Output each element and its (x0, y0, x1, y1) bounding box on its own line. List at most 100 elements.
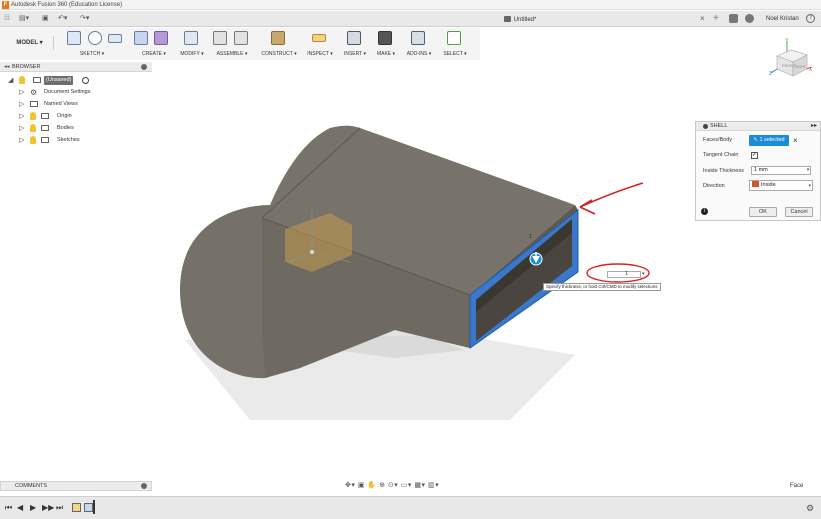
joint-icon[interactable] (234, 31, 248, 45)
browser-pin-icon[interactable] (141, 64, 147, 70)
shell-cavity (476, 219, 572, 341)
inside-thickness-field[interactable]: 1 mm ▾ (751, 166, 811, 175)
collapse-browser-icon[interactable]: ◂◂ (4, 63, 10, 71)
body-cylinder-side[interactable] (180, 205, 470, 379)
tree-item-sketches[interactable]: ▷ Sketches (19, 135, 139, 146)
tree-item-root[interactable]: ◢ (Unsaved) (8, 75, 148, 86)
collapse-icon[interactable]: ◢ (8, 75, 13, 86)
browser-header[interactable]: ◂◂ BROWSER (0, 62, 152, 72)
ok-button[interactable]: OK (749, 207, 777, 217)
selected-shell-face[interactable] (469, 208, 579, 349)
direction-select[interactable]: Inside ▾ (749, 180, 813, 191)
expand-icon[interactable]: ▷ (19, 111, 24, 122)
orbit-icon[interactable]: ✥▾ (345, 482, 355, 489)
select-icon[interactable] (447, 31, 461, 45)
thickness-input[interactable]: 1 (607, 271, 641, 278)
viewports-icon[interactable]: ▥▾ (428, 482, 439, 489)
notifications-icon[interactable] (745, 14, 754, 23)
viewcube[interactable]: Y FRONT RIGHT Z X (769, 38, 813, 82)
tree-item-bodies[interactable]: ▷ Bodies (19, 123, 139, 134)
toolbar-group-insert[interactable]: INSERT ▾ (341, 30, 369, 60)
tangent-chain-checkbox[interactable]: ✓ (751, 152, 758, 159)
tree-item-named-views[interactable]: ▷ Named Views (19, 99, 139, 110)
user-account[interactable]: Noel Kristan (766, 14, 799, 24)
extrude-icon[interactable] (134, 31, 148, 45)
step-forward-icon[interactable]: ▶▶ (42, 503, 54, 513)
toolbar-group-add-ins[interactable]: ADD-INS ▾ (403, 30, 435, 60)
tree-item-origin[interactable]: ▷ Origin (19, 111, 139, 122)
clear-selection-icon[interactable]: × (793, 135, 798, 146)
lightbulb-icon[interactable] (30, 124, 36, 132)
grid-menu-icon[interactable]: ⁞⁞⁞ (4, 14, 10, 24)
toolbar-group-make[interactable]: MAKE ▾ (372, 30, 400, 60)
cancel-button[interactable]: Cancel (785, 207, 813, 217)
timeline-sketch-feature[interactable] (72, 503, 81, 512)
pan-icon[interactable]: ✋ (367, 482, 376, 489)
fit-icon[interactable]: ⊙▾ (388, 482, 398, 489)
3d-print-icon[interactable] (378, 31, 392, 45)
new-component-icon[interactable] (213, 31, 227, 45)
go-to-end-icon[interactable]: ⏭ (56, 503, 63, 513)
info-icon[interactable]: i (701, 208, 708, 215)
thickness-drag-arrow-icon[interactable] (529, 252, 543, 266)
timeline-marker[interactable] (93, 500, 95, 514)
comments-panel[interactable]: COMMENTS (0, 481, 152, 491)
expand-icon[interactable]: ▷ (19, 135, 24, 146)
body-front-face[interactable] (262, 218, 470, 378)
toolbar-group-inspect[interactable]: INSPECT ▾ (304, 30, 336, 60)
grid-settings-icon[interactable]: ▦▾ (414, 482, 425, 489)
lightbulb-icon[interactable] (30, 136, 36, 144)
play-icon[interactable]: ▶ (30, 503, 36, 513)
new-tab-icon[interactable]: + (713, 13, 719, 24)
tree-item-document-settings[interactable]: ▷ ⚙ Document Settings (19, 87, 139, 98)
workspace-switcher[interactable]: MODEL ▾ (6, 36, 54, 50)
sketch-icon[interactable] (67, 31, 81, 45)
toolbar-group-sketch[interactable]: SKETCH ▾ (62, 30, 122, 60)
display-settings-icon[interactable]: ▭▾ (401, 482, 412, 489)
arc-icon[interactable] (88, 31, 102, 45)
timeline-settings-icon[interactable]: ⚙ (806, 503, 814, 513)
form-icon[interactable] (154, 31, 168, 45)
lightbulb-icon[interactable] (19, 76, 25, 84)
body-top-face[interactable] (262, 125, 575, 295)
timeline-extrude-feature[interactable] (84, 503, 93, 512)
save-icon[interactable]: ▣ (42, 14, 49, 24)
expand-icon[interactable]: ▷ (19, 123, 24, 134)
scripts-icon[interactable] (411, 31, 425, 45)
toolbar-group-select[interactable]: SELECT ▾ (440, 30, 470, 60)
expand-icon[interactable]: ▷ (19, 87, 24, 98)
expand-icon[interactable]: ▷ (19, 99, 24, 110)
lightbulb-icon[interactable] (30, 112, 36, 120)
expand-dialog-icon[interactable]: ▸▸ (811, 122, 817, 130)
add-comment-icon[interactable] (141, 483, 147, 489)
step-back-icon[interactable]: ◀ (17, 503, 23, 513)
undo-icon[interactable]: ↶▾ (58, 14, 67, 24)
thickness-options-icon[interactable]: ▾ (805, 167, 811, 174)
toolbar-label-sketch: SKETCH ▾ (79, 51, 105, 57)
body-right-face[interactable] (470, 205, 578, 348)
redo-icon[interactable]: ↷▾ (80, 14, 89, 24)
thickness-dropdown-icon[interactable]: ▾ (642, 270, 645, 278)
press-pull-icon[interactable] (184, 31, 198, 45)
go-to-start-icon[interactable]: ⏮ (5, 503, 12, 513)
shell-dialog-header[interactable]: SHELL ▸▸ (696, 122, 820, 131)
zoom-icon[interactable]: ⊕ (379, 482, 385, 489)
activate-icon[interactable] (82, 77, 89, 84)
rectangle-icon[interactable] (108, 34, 122, 43)
faces-body-selection[interactable]: ↖ 1 selected (749, 135, 789, 146)
toolbar-group-create[interactable]: CREATE ▾ (134, 30, 174, 60)
offset-plane-icon[interactable] (271, 31, 285, 45)
toolbar-group-construct[interactable]: CONSTRUCT ▾ (258, 30, 300, 60)
document-tab[interactable]: Untitled* (330, 13, 710, 27)
toolbar-group-modify[interactable]: MODIFY ▾ (178, 30, 206, 60)
help-icon[interactable]: ? (806, 14, 815, 23)
file-menu-icon[interactable]: ▤▾ (19, 14, 29, 24)
measure-icon[interactable] (312, 34, 326, 42)
close-tab-icon[interactable]: × (700, 14, 705, 24)
toolbar-group-assemble[interactable]: ASSEMBLE ▾ (210, 30, 254, 60)
insert-image-icon[interactable] (347, 31, 361, 45)
job-status-icon[interactable] (729, 14, 738, 23)
tab-bar: ⁞⁞⁞ ▤▾ ▣ ↶▾ ↷▾ Untitled* × + Noel Krista… (0, 11, 821, 27)
look-at-icon[interactable]: ▣ (358, 482, 365, 489)
folder-icon (41, 137, 49, 143)
